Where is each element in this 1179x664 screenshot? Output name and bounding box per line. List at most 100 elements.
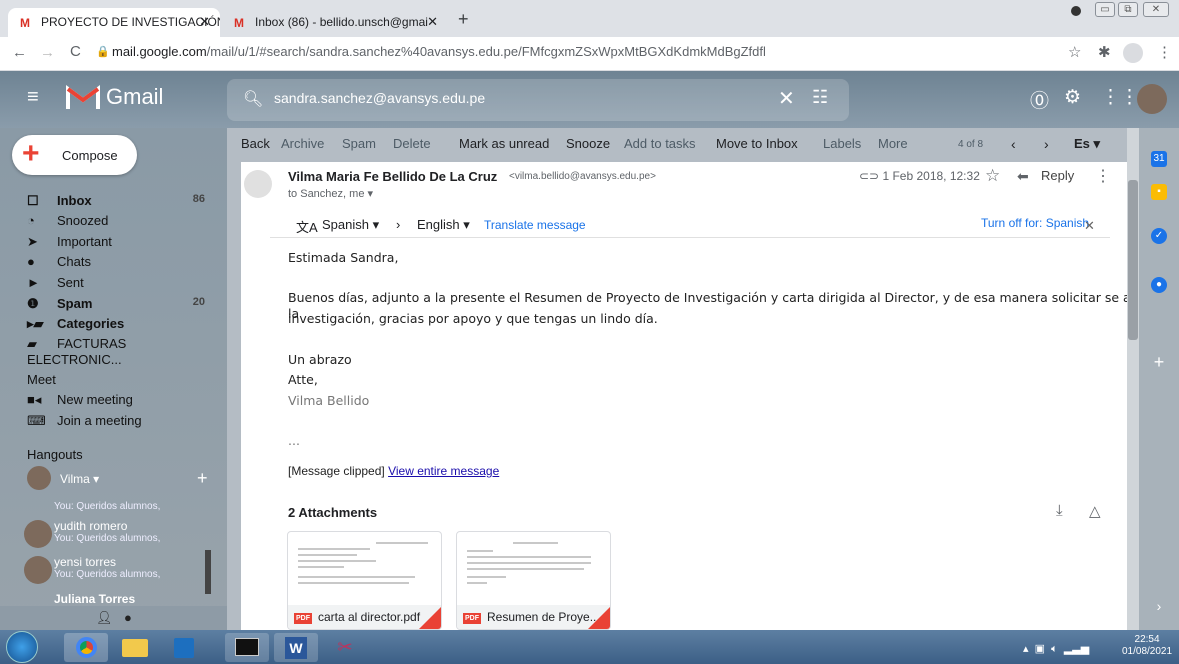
tab-title: PROYECTO DE INVESTIGACIÓN - bbox=[41, 15, 220, 29]
start-button[interactable] bbox=[6, 631, 38, 663]
new-tab-icon[interactable]: + bbox=[458, 9, 469, 30]
join-meeting-item[interactable]: ⌨ Join a meeting bbox=[27, 413, 217, 433]
profile-dot-icon[interactable] bbox=[1071, 6, 1081, 16]
keep-icon[interactable]: ▪ bbox=[1151, 184, 1167, 200]
download-all-icon[interactable]: ⤓ bbox=[1056, 502, 1063, 519]
new-meeting-item[interactable]: ■◂ New meeting bbox=[27, 392, 217, 412]
snipping-tool-icon[interactable]: ✂ bbox=[323, 633, 367, 662]
back-arrow-icon[interactable]: ← bbox=[12, 44, 27, 61]
sidebar-item-count: 86 bbox=[192, 193, 205, 205]
add-to-tasks-button[interactable]: Add to tasks bbox=[624, 136, 696, 151]
reply-button[interactable]: Reply bbox=[1041, 168, 1074, 183]
attachment-card[interactable]: PDF carta al director.pdf bbox=[287, 531, 442, 630]
contacts-icon[interactable]: ● bbox=[1151, 277, 1167, 293]
archive-button[interactable]: Archive bbox=[281, 136, 324, 151]
hangouts-scrollbar[interactable] bbox=[205, 550, 211, 594]
input-language-label: Es bbox=[1074, 136, 1090, 151]
previous-icon[interactable]: ‹ bbox=[1011, 136, 1016, 152]
restore-window-icon[interactable]: ⧉ bbox=[1118, 2, 1138, 17]
labels-button[interactable]: Labels bbox=[823, 136, 861, 151]
settings-gear-icon[interactable]: ⚙ bbox=[1064, 86, 1081, 109]
mark-unread-button[interactable]: Mark as unread bbox=[459, 136, 549, 151]
recipients-line[interactable]: to Sanchez, me ▾ bbox=[288, 187, 373, 200]
conversation-item[interactable]: yudith romero You: Queridos alumnos, bbox=[54, 519, 160, 544]
back-button[interactable]: Back bbox=[241, 136, 270, 151]
new-conversation-icon[interactable]: + bbox=[197, 468, 208, 489]
browser-tab-inbox[interactable]: M Inbox (86) - bellido.unsch@gmai ✕ bbox=[222, 8, 448, 37]
file-explorer-icon[interactable] bbox=[113, 633, 157, 662]
sidebar-item-inbox[interactable]: ☐ Inbox 86 bbox=[27, 193, 217, 213]
person-icon[interactable]: 👤︎ bbox=[96, 610, 113, 626]
sender-name[interactable]: Vilma Maria Fe Bellido De La Cruz bbox=[288, 169, 497, 184]
input-language-button[interactable]: Es ▾ bbox=[1074, 136, 1100, 152]
snooze-button[interactable]: Snooze bbox=[566, 136, 610, 151]
url-bar[interactable]: mail.google.com/mail/u/1/#search/sandra.… bbox=[112, 44, 766, 59]
conversation-item[interactable]: yensi torres You: Queridos alumnos, bbox=[54, 555, 160, 580]
search-options-icon[interactable]: ☷ bbox=[812, 87, 828, 108]
star-icon[interactable]: ☆ bbox=[985, 166, 1000, 186]
help-icon[interactable]: ⓪ bbox=[1030, 86, 1049, 113]
taskbar-clock[interactable]: 22:54 01/08/2021 bbox=[1122, 634, 1172, 658]
chrome-taskbar-icon[interactable] bbox=[64, 633, 108, 662]
attachment-card[interactable]: PDF Resumen de Proye... bbox=[456, 531, 611, 630]
sidebar-item-categories[interactable]: ▸▰ Categories bbox=[27, 316, 217, 336]
command-prompt-icon[interactable] bbox=[225, 633, 269, 662]
translate-from-select[interactable]: Spanish ▾ bbox=[322, 217, 379, 233]
view-entire-message-link[interactable]: View entire message bbox=[388, 464, 499, 478]
calendar-icon[interactable]: 31 bbox=[1151, 151, 1167, 167]
sidebar-item-chats[interactable]: ● Chats bbox=[27, 254, 217, 274]
minimize-window-icon[interactable]: ▭ bbox=[1095, 2, 1115, 17]
delete-button[interactable]: Delete bbox=[393, 136, 431, 151]
clear-search-icon[interactable]: ✕ bbox=[778, 86, 795, 111]
translate-to-select[interactable]: English ▾ bbox=[417, 217, 470, 233]
search-input[interactable]: sandra.sanchez@avansys.edu.pe bbox=[274, 90, 485, 106]
sidebar-item-sent[interactable]: ► Sent bbox=[27, 275, 217, 295]
more-options-icon[interactable]: ⋮ bbox=[1095, 166, 1111, 186]
conversation-item[interactable]: You: Queridos alumnos, bbox=[54, 498, 160, 512]
account-avatar[interactable] bbox=[1137, 84, 1167, 114]
spam-button[interactable]: Spam bbox=[342, 136, 376, 151]
outlook-icon[interactable] bbox=[162, 633, 206, 662]
close-translate-icon[interactable]: ✕ bbox=[1084, 218, 1095, 234]
hangouts-user-name[interactable]: Vilma ▾ bbox=[60, 472, 99, 486]
close-window-icon[interactable]: ✕ bbox=[1143, 2, 1169, 17]
reply-arrow-icon[interactable]: ⬅ bbox=[1017, 168, 1029, 185]
sender-email: <vilma.bellido@avansys.edu.pe> bbox=[509, 171, 656, 182]
extensions-icon[interactable]: ✱ bbox=[1098, 43, 1111, 61]
main-menu-icon[interactable]: ≡ bbox=[27, 86, 39, 109]
conversation-item[interactable]: Juliana Torres bbox=[54, 592, 135, 606]
translate-message-link[interactable]: Translate message bbox=[484, 217, 586, 232]
browser-tab-active[interactable]: M PROYECTO DE INVESTIGACIÓN - ✕ bbox=[8, 8, 220, 37]
more-button[interactable]: More bbox=[878, 136, 908, 151]
next-icon[interactable]: › bbox=[1044, 136, 1049, 152]
compose-label: Compose bbox=[62, 148, 118, 163]
bookmark-star-icon[interactable]: ☆ bbox=[1068, 43, 1081, 61]
word-icon[interactable]: W bbox=[274, 633, 318, 662]
close-tab-icon[interactable]: ✕ bbox=[199, 14, 210, 30]
turn-off-translation-link[interactable]: Turn off for: Spanish bbox=[981, 216, 1089, 230]
hangouts-user-avatar[interactable] bbox=[27, 466, 51, 490]
gmail-logo-icon[interactable] bbox=[66, 83, 100, 111]
keyboard-icon: ⌨ bbox=[27, 413, 46, 428]
reload-icon[interactable]: C bbox=[70, 43, 81, 60]
apps-grid-icon[interactable]: ⋮⋮ bbox=[1101, 86, 1139, 109]
message-clipped-notice: [Message clipped] View entire message bbox=[288, 464, 499, 478]
chat-bubble-icon[interactable]: ● bbox=[124, 610, 132, 625]
get-addons-icon[interactable]: + bbox=[1151, 353, 1167, 371]
chrome-menu-icon[interactable]: ⋮ bbox=[1157, 43, 1172, 61]
trimmed-content-ellipsis[interactable]: ... bbox=[288, 433, 300, 449]
search-icon[interactable]: 🔍︎ bbox=[243, 89, 263, 109]
close-tab-icon[interactable]: ✕ bbox=[427, 14, 438, 30]
sidebar-item-important[interactable]: ➤ Important bbox=[27, 234, 217, 254]
tasks-icon[interactable]: ✓ bbox=[1151, 228, 1167, 244]
profile-avatar-icon[interactable] bbox=[1123, 43, 1143, 63]
sidebar-item-snoozed[interactable]: ◔ Snoozed bbox=[27, 213, 217, 233]
save-to-drive-icon[interactable]: △ bbox=[1089, 502, 1101, 520]
sidebar-item-spam[interactable]: ❶ Spam 20 bbox=[27, 296, 217, 316]
move-to-inbox-button[interactable]: Move to Inbox bbox=[716, 136, 798, 151]
expand-panel-icon[interactable]: › bbox=[1151, 598, 1167, 614]
forward-arrow-icon[interactable]: → bbox=[40, 44, 55, 61]
sidebar-item-facturas[interactable]: ▰ FACTURAS ELECTRONIC... bbox=[27, 336, 217, 367]
system-tray[interactable]: ▴ ▣ 🔈︎ ▂▃▅ bbox=[1023, 642, 1089, 656]
scrollbar-thumb[interactable] bbox=[1128, 180, 1138, 340]
